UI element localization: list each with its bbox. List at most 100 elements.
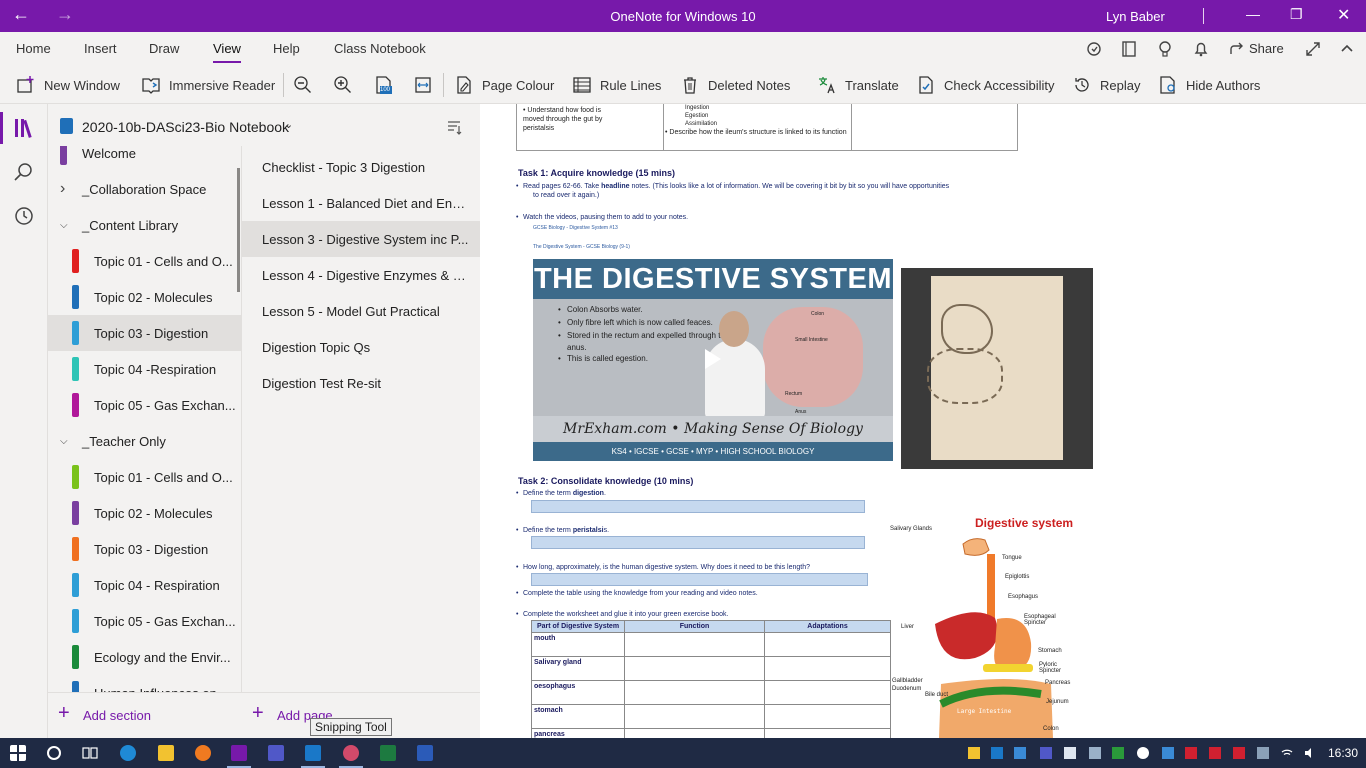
page-item[interactable]: Lesson 3 - Digestive System inc P... [242, 221, 480, 257]
table-cell[interactable] [624, 632, 765, 657]
table-cell[interactable] [624, 680, 765, 705]
user-name[interactable]: Lyn Baber [1106, 9, 1165, 24]
zoom-out-button[interactable] [293, 74, 321, 96]
section-group[interactable]: ⌵ _Content Library [48, 207, 241, 243]
section-item[interactable]: Topic 01 - Cells and O... [48, 243, 241, 279]
teams-icon[interactable] [268, 745, 284, 761]
onenote-icon[interactable] [227, 745, 251, 768]
tab-class-notebook[interactable]: Class Notebook [334, 41, 426, 56]
tray-icon[interactable] [1233, 747, 1245, 759]
tray-icon[interactable] [1209, 747, 1221, 759]
windows-start-icon[interactable] [10, 745, 26, 761]
section-item[interactable]: Topic 03 - Digestion [48, 315, 241, 351]
section-item[interactable]: Topic 01 - Cells and O... [48, 459, 241, 495]
table-cell[interactable] [624, 704, 765, 729]
tab-home[interactable]: Home [16, 41, 51, 56]
page-item[interactable]: Digestion Test Re-sit [242, 365, 480, 401]
section-item[interactable]: Topic 03 - Digestion [48, 531, 241, 567]
tray-icon[interactable] [1112, 747, 1124, 759]
tab-view[interactable]: View [213, 41, 241, 63]
tray-icon[interactable] [1089, 747, 1101, 759]
section-item[interactable]: Topic 04 - Respiration [48, 567, 241, 603]
tab-help[interactable]: Help [273, 41, 300, 56]
cortana-icon[interactable] [46, 745, 62, 761]
check-accessibility-button[interactable]: Check Accessibility [916, 74, 1055, 96]
answer-box[interactable] [531, 536, 865, 549]
video-link-2[interactable]: The Digestive System - GCSE Biology (9-1… [533, 244, 630, 250]
answer-box[interactable] [531, 573, 868, 586]
firefox-icon[interactable] [195, 745, 211, 761]
chevron-down-icon[interactable]: ⌵ [60, 436, 68, 447]
section-group[interactable]: › _Collaboration Space [48, 171, 241, 207]
file-explorer-icon[interactable] [158, 745, 174, 761]
section-item[interactable]: Topic 02 - Molecules [48, 279, 241, 315]
page-item[interactable]: Checklist - Topic 3 Digestion [242, 149, 480, 185]
play-icon[interactable] [705, 349, 721, 369]
hide-authors-button[interactable]: Hide Authors [1158, 74, 1260, 96]
tray-icon[interactable] [1137, 747, 1149, 759]
notebook-icon[interactable] [1120, 40, 1138, 58]
battery-icon[interactable] [1257, 747, 1269, 759]
notebooks-icon[interactable] [12, 116, 36, 140]
excel-icon[interactable] [380, 745, 396, 761]
wifi-icon[interactable] [1281, 747, 1293, 759]
notebook-header[interactable]: 2020-10b-DASci23-Bio Notebook ⌄ [48, 104, 480, 146]
notebook-name[interactable]: 2020-10b-DASci23-Bio Notebook [82, 119, 289, 135]
bluetooth-icon[interactable] [1162, 747, 1174, 759]
section-item[interactable]: Topic 04 -Respiration [48, 351, 241, 387]
outlook-icon[interactable] [301, 745, 325, 768]
recent-notes-icon[interactable] [12, 204, 36, 228]
video-link-1[interactable]: GCSE Biology - Digestive System #13 [533, 225, 618, 231]
tab-draw[interactable]: Draw [149, 41, 179, 56]
page-item[interactable]: Lesson 1 - Balanced Diet and Ener... [242, 185, 480, 221]
section-item[interactable]: Topic 02 - Molecules [48, 495, 241, 531]
page-item[interactable]: Digestion Topic Qs [242, 329, 480, 365]
edge-icon[interactable] [120, 745, 136, 761]
page-colour-button[interactable]: Page Colour [454, 74, 554, 96]
sort-icon[interactable] [446, 119, 462, 135]
section-item[interactable]: Welcome [48, 146, 241, 171]
table-cell[interactable] [764, 632, 891, 657]
add-page-plus-icon[interactable]: + [252, 702, 264, 725]
add-section-button[interactable]: Add section [83, 708, 151, 723]
share-button[interactable]: Share [1249, 41, 1284, 56]
section-item[interactable]: Human Influences on... [48, 675, 241, 692]
new-window-button[interactable]: New Window [16, 74, 120, 96]
table-cell[interactable] [764, 680, 891, 705]
page-item[interactable]: Lesson 5 - Model Gut Practical [242, 293, 480, 329]
mail-tray-icon[interactable] [968, 747, 980, 759]
table-cell[interactable] [764, 728, 891, 738]
replay-button[interactable]: Replay [1072, 74, 1140, 96]
page-item[interactable]: Lesson 4 - Digestive Enzymes & B... [242, 257, 480, 293]
chevron-right-icon[interactable]: › [60, 180, 65, 198]
table-cell[interactable] [764, 704, 891, 729]
table-cell[interactable] [764, 656, 891, 681]
section-item[interactable]: Topic 05 - Gas Exchan... [48, 603, 241, 639]
tab-insert[interactable]: Insert [84, 41, 117, 56]
minimize-icon[interactable]: — [1246, 6, 1260, 22]
section-scrollbar[interactable] [237, 168, 240, 292]
tray-icon[interactable] [1064, 747, 1076, 759]
outlook-tray-icon[interactable] [991, 747, 1003, 759]
table-cell[interactable] [624, 656, 765, 681]
share-icon[interactable] [1228, 40, 1246, 58]
clock[interactable]: 16:30 [1328, 746, 1358, 760]
add-section-plus-icon[interactable]: + [58, 702, 70, 725]
search-icon[interactable] [12, 160, 36, 184]
immersive-reader-button[interactable]: Immersive Reader [141, 74, 275, 96]
restore-icon[interactable]: ❐ [1290, 6, 1303, 23]
table-cell[interactable] [624, 728, 765, 738]
lightbulb-icon[interactable] [1156, 40, 1174, 58]
expand-icon[interactable] [1304, 40, 1322, 58]
sync-status-icon[interactable] [1085, 40, 1103, 58]
task-view-icon[interactable] [82, 745, 98, 761]
section-item[interactable]: Topic 05 - Gas Exchan... [48, 387, 241, 423]
bell-icon[interactable] [1192, 40, 1210, 58]
section-item[interactable]: Ecology and the Envir... [48, 639, 241, 675]
rule-lines-button[interactable]: Rule Lines [572, 74, 661, 96]
section-group[interactable]: ⌵ _Teacher Only [48, 423, 241, 459]
zoom-100-button[interactable]: 100 [374, 74, 402, 96]
close-icon[interactable]: ✕ [1337, 5, 1350, 25]
teams-tray-icon[interactable] [1040, 747, 1052, 759]
tray-icon[interactable] [1185, 747, 1197, 759]
